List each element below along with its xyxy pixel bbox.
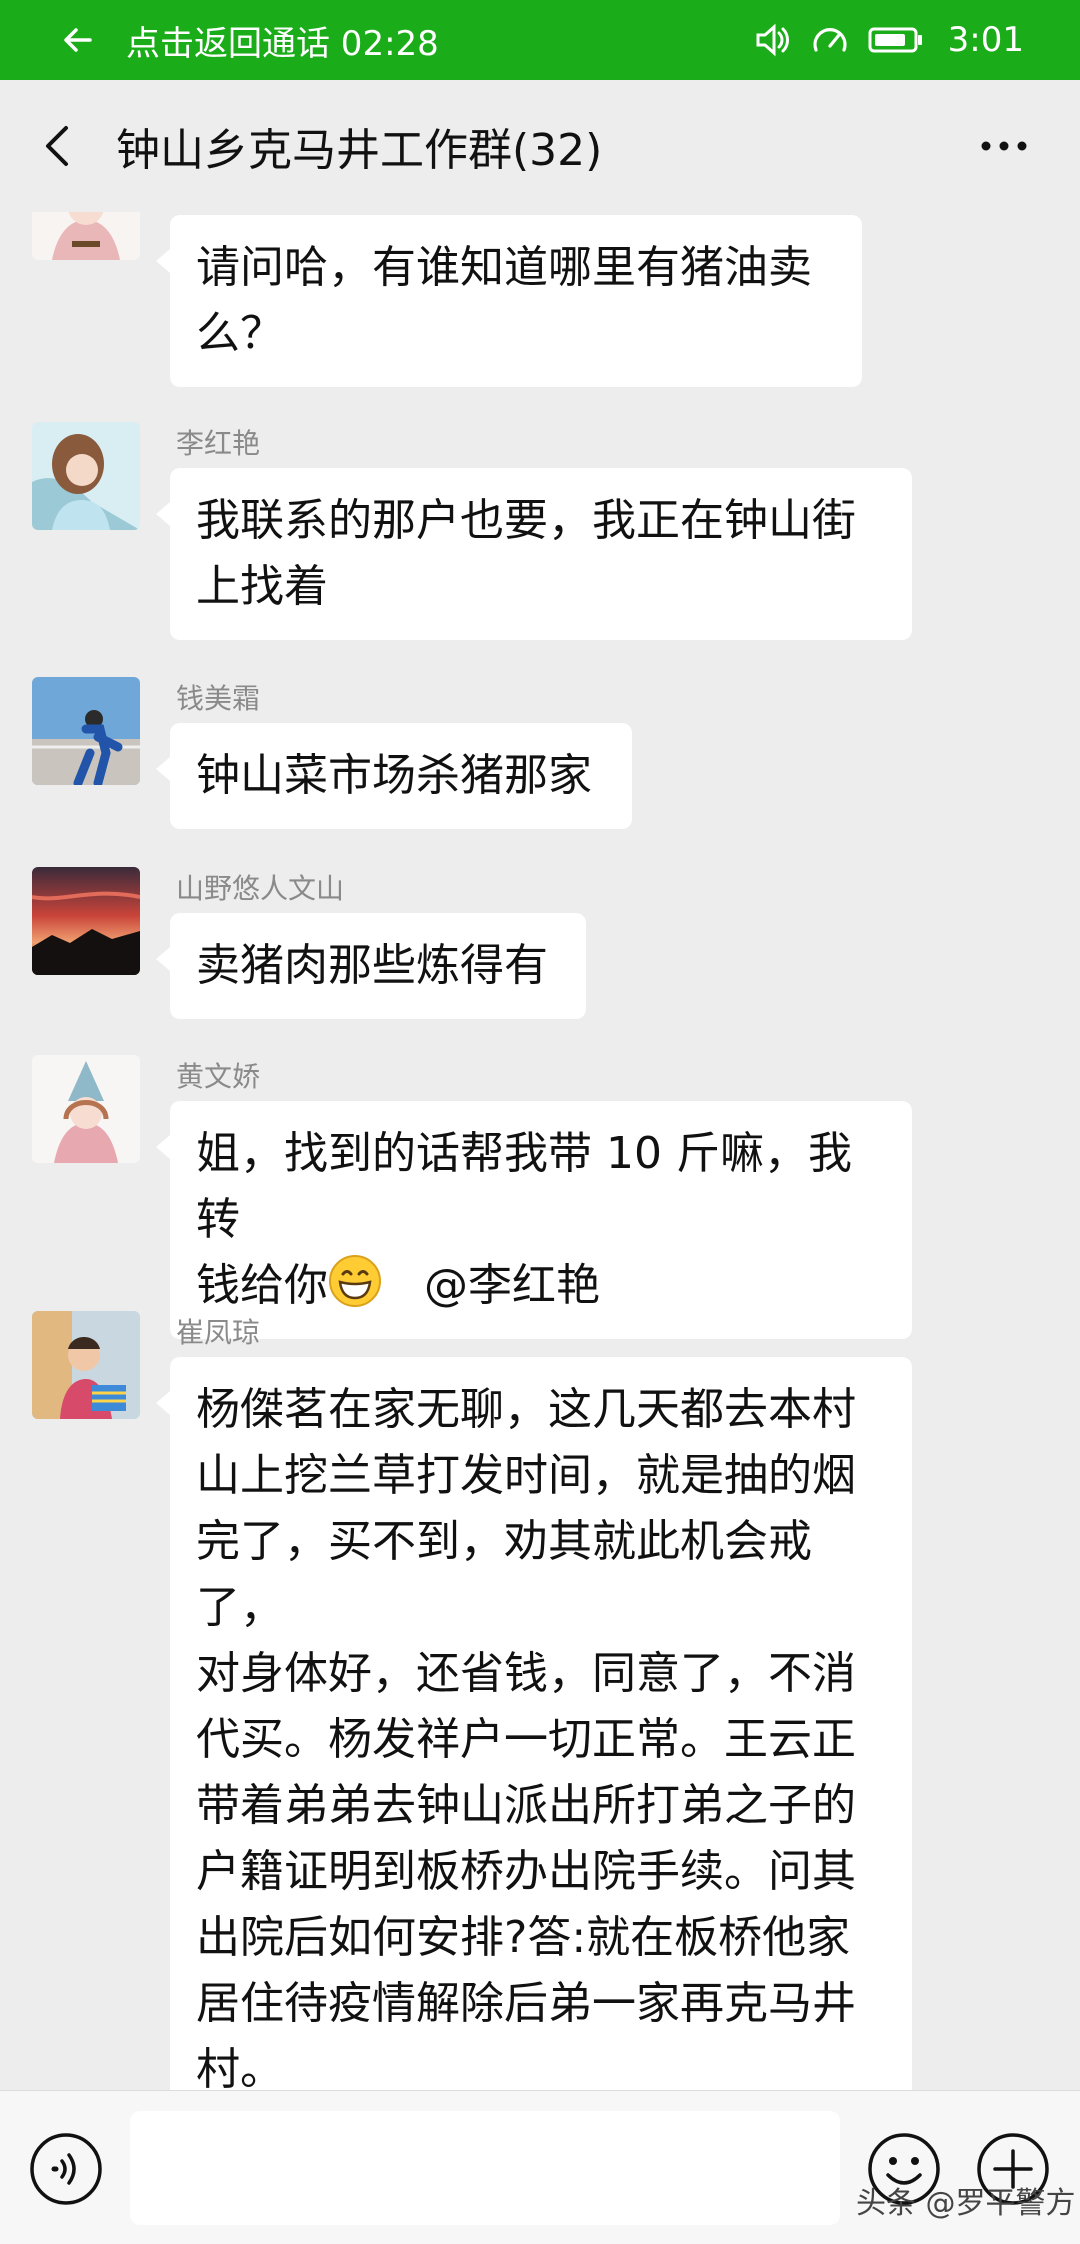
chat-header: 钟山乡克马井工作群(32): [0, 80, 1080, 212]
message-text: 我联系的那户也要，我正在钟山街: [196, 495, 856, 546]
message-text: 上找着: [196, 561, 328, 612]
sender-name: 山野悠人文山: [176, 872, 345, 905]
message-text: 杨傑茗在家无聊，这几天都去本村: [196, 1384, 856, 1435]
chat-title: 钟山乡克马井工作群(32): [116, 125, 603, 176]
message-text: 代买。杨发祥户一切正常。王云正: [196, 1714, 856, 1765]
message-bubble[interactable]: 钟山菜市场杀猪那家: [156, 723, 632, 829]
message-text: 卖猪肉那些炼得有: [196, 940, 548, 991]
message-bubble[interactable]: 我联系的那户也要，我正在钟山街 上找着: [156, 468, 912, 640]
message-bubble[interactable]: 卖猪肉那些炼得有: [156, 913, 586, 1019]
message-input[interactable]: [130, 2111, 840, 2225]
message-text: 钟山菜市场杀猪那家: [196, 750, 592, 801]
sender-name: 钱美霜: [176, 682, 261, 715]
arrow-left-icon: [58, 20, 98, 60]
avatar[interactable]: [32, 677, 140, 785]
sender-name: 黄文娇: [176, 1060, 261, 1093]
grinning-face-icon: [328, 1254, 382, 1308]
message-text: 出院后如何安排?答:就在板桥他家: [196, 1912, 851, 1963]
call-return-text: 点击返回通话 02:28: [126, 23, 439, 64]
avatar[interactable]: [32, 212, 140, 260]
message-text: 姐，找到的话帮我带 10 斤嘛，我转: [196, 1128, 852, 1245]
mention-text[interactable]: @李红艳: [424, 1260, 600, 1311]
message-text: 带着弟弟去钟山派出所打弟之子的: [196, 1780, 856, 1831]
clock: 3:01: [947, 20, 1024, 60]
call-return-banner[interactable]: 点击返回通话 02:28 3:01: [0, 0, 1080, 80]
battery-icon: [868, 20, 924, 60]
message-bubble[interactable]: 姐，找到的话帮我带 10 斤嘛，我转 钱给你 @李红艳: [156, 1101, 912, 1339]
message-text: 居住待疫情解除后弟一家再克马井: [196, 1978, 856, 2029]
message-text: 对身体好，还省钱，同意了，不消: [196, 1648, 856, 1699]
message-list[interactable]: 请问哈，有谁知道哪里有猪油卖 么？ 李红艳 我联系的那户也要，我正在钟山街 上找…: [0, 212, 1080, 2090]
message-text: 钱给你: [196, 1260, 328, 1311]
more-options-icon[interactable]: [976, 118, 1032, 174]
message-bubble[interactable]: 请问哈，有谁知道哪里有猪油卖 么？: [156, 215, 862, 387]
watermark: 头条 @罗平警方: [856, 2186, 1076, 2221]
message-text: 村。: [196, 2044, 284, 2090]
message-text: 户籍证明到板桥办出院手续。问其: [196, 1846, 856, 1897]
back-chevron-icon[interactable]: [30, 118, 86, 174]
avatar[interactable]: [32, 1311, 140, 1419]
message-text: 请问哈，有谁知道哪里有猪油卖: [196, 242, 812, 293]
message-text: 完了，买不到，劝其就此机会戒了，: [196, 1516, 812, 1633]
status-icons: 3:01: [752, 20, 1024, 60]
message-text-line: 钱给你 @李红艳: [196, 1253, 888, 1319]
speedometer-icon: [810, 20, 850, 60]
speaker-icon: [752, 20, 792, 60]
message-text: 山上挖兰草打发时间，就是抽的烟: [196, 1450, 856, 1501]
voice-input-icon[interactable]: [28, 2131, 104, 2207]
avatar[interactable]: [32, 867, 140, 975]
message-bubble[interactable]: 杨傑茗在家无聊，这几天都去本村 山上挖兰草打发时间，就是抽的烟 完了，买不到，劝…: [156, 1357, 912, 2090]
sender-name: 李红艳: [176, 427, 261, 460]
avatar[interactable]: [32, 422, 140, 530]
message-text: 么？: [196, 308, 284, 359]
sender-name: 崔凤琼: [176, 1316, 261, 1349]
avatar[interactable]: [32, 1055, 140, 1163]
